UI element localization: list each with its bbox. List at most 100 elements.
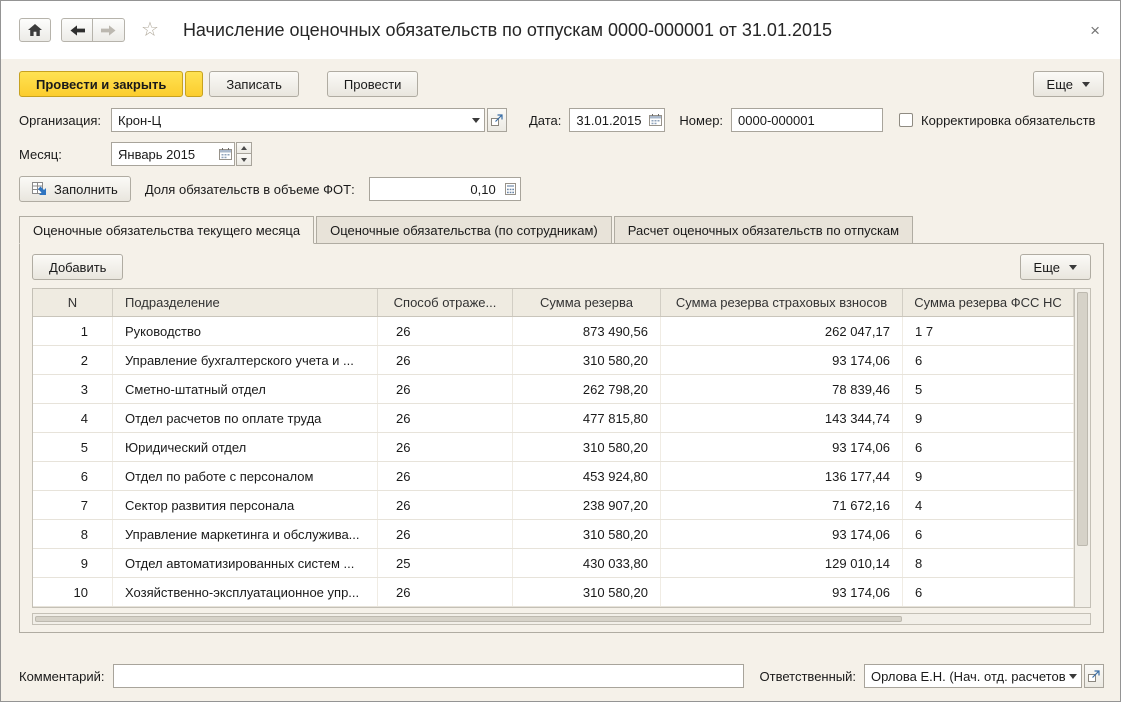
comment-input[interactable] — [112, 664, 744, 688]
table-cell: Управление бухгалтерского учета и ... — [113, 346, 378, 374]
table-cell: Отдел по работе с персоналом — [113, 462, 378, 490]
table-row[interactable]: 1 Руководство 26 873 490,56 262 047,17 1 7 — [33, 317, 1074, 346]
organization-label: Организация: — [19, 112, 102, 128]
vertical-scrollbar[interactable] — [1075, 288, 1091, 608]
table-row[interactable]: 10 Хозяйственно-эксплуатационное упр... 26… — [33, 578, 1074, 607]
table-cell: 873 490,56 — [513, 317, 661, 345]
table-cell: 6 — [33, 462, 113, 490]
more-button[interactable]: Еще — [1032, 71, 1104, 97]
date-field[interactable]: 31.01.2015 — [569, 108, 666, 132]
post-and-close-split-button[interactable] — [185, 71, 204, 97]
organization-open-button[interactable] — [487, 108, 507, 132]
share-label: Доля обязательств в объеме ФОТ: — [144, 181, 355, 197]
table-cell: 262 798,20 — [513, 375, 661, 403]
organization-combo[interactable]: Крон-Ц — [111, 108, 485, 132]
column-header-reserve-sum[interactable]: Сумма резерва — [513, 289, 661, 316]
table-cell: 6 — [903, 520, 1074, 548]
column-header-fss-reserve-sum[interactable]: Сумма резерва ФСС НС — [903, 289, 1074, 316]
table-cell: 129 010,14 — [661, 549, 903, 577]
vertical-scrollbar-thumb[interactable] — [1077, 292, 1088, 547]
table-cell: 7 — [33, 491, 113, 519]
correction-checkbox[interactable] — [899, 113, 914, 127]
table-cell: 8 — [903, 549, 1074, 577]
table-cell: 93 174,06 — [661, 433, 903, 461]
table-cell: 310 580,20 — [513, 520, 661, 548]
column-header-reflection-method[interactable]: Способ отраже... — [378, 289, 513, 316]
home-button[interactable] — [19, 18, 51, 42]
table-cell: 9 — [903, 462, 1074, 490]
month-field[interactable]: Январь 2015 — [111, 142, 235, 166]
close-icon[interactable]: × — [1086, 20, 1104, 41]
stepper-down-button[interactable] — [236, 154, 252, 166]
table-row[interactable]: 2 Управление бухгалтерского учета и ... 26… — [33, 346, 1074, 375]
command-bar: Провести и закрыть Записать Провести Еще — [1, 59, 1120, 103]
table-row[interactable]: 6 Отдел по работе с персоналом 26 453 924,8… — [33, 462, 1074, 491]
table-row[interactable]: 3 Сметно-штатный отдел 26 262 798,20 78 839,… — [33, 375, 1074, 404]
chevron-down-icon — [1082, 81, 1090, 87]
table-cell: 26 — [378, 317, 513, 345]
number-label: Номер: — [679, 112, 724, 128]
calculator-icon[interactable] — [502, 178, 520, 200]
document-window: ☆ Начисление оценочных обязательств по о… — [0, 0, 1121, 702]
add-row-button[interactable]: Добавить — [32, 254, 124, 280]
table-more-button[interactable]: Еще — [1019, 254, 1091, 280]
table-row[interactable]: 8 Управление маркетинга и обслужива... 26 3… — [33, 520, 1074, 549]
open-icon — [491, 114, 503, 126]
favorite-star-icon[interactable]: ☆ — [141, 20, 159, 40]
responsible-combo[interactable]: Орлова Е.Н. (Нач. отд. расчетов — [864, 664, 1082, 688]
table-cell: Хозяйственно-эксплуатационное упр... — [113, 578, 378, 606]
number-field[interactable]: 0000-000001 — [731, 108, 884, 132]
horizontal-scrollbar[interactable] — [32, 613, 1091, 625]
forward-button[interactable] — [93, 18, 125, 42]
table-cell: Сектор развития персонала — [113, 491, 378, 519]
table-toolbar: Добавить Еще — [20, 244, 1103, 288]
share-field[interactable]: 0,10 — [368, 177, 521, 201]
table-cell: 26 — [378, 491, 513, 519]
tab-vacation-liabilities-calculation[interactable]: Расчет оценочных обязательств по отпуска… — [613, 216, 914, 244]
chevron-down-icon — [241, 157, 247, 162]
table-row[interactable]: 7 Сектор развития персонала 26 238 907,20 71… — [33, 491, 1074, 520]
stepper-up-button[interactable] — [236, 142, 252, 154]
history-nav — [61, 18, 125, 42]
chevron-down-icon — [1069, 264, 1077, 270]
column-header-department[interactable]: Подразделение — [113, 289, 378, 316]
table-cell: 93 174,06 — [661, 578, 903, 606]
table-body: 1 Руководство 26 873 490,56 262 047,17 1 7 2 Уп… — [33, 317, 1074, 607]
responsible-open-button[interactable] — [1084, 664, 1104, 688]
home-icon — [28, 24, 42, 36]
tab-bar: Оценочные обязательства текущего месяца … — [1, 207, 1120, 244]
write-button[interactable]: Записать — [209, 71, 299, 97]
table-cell: 9 — [903, 404, 1074, 432]
table-cell: 2 — [33, 346, 113, 374]
fill-button[interactable]: Заполнить — [19, 176, 131, 202]
table-cell: 136 177,44 — [661, 462, 903, 490]
horizontal-scrollbar-thumb[interactable] — [35, 616, 902, 622]
share-value: 0,10 — [470, 181, 496, 197]
tab-current-month-liabilities[interactable]: Оценочные обязательства текущего месяца — [19, 216, 315, 244]
table-cell: 6 — [903, 578, 1074, 606]
liabilities-table: N Подразделение Способ отраже... Сумма р… — [32, 288, 1075, 608]
calendar-icon[interactable] — [216, 143, 234, 165]
table-cell: 26 — [378, 404, 513, 432]
table-row[interactable]: 9 Отдел автоматизированных систем ... 25 43… — [33, 549, 1074, 578]
chevron-down-icon[interactable] — [1065, 673, 1081, 679]
chevron-up-icon — [241, 146, 247, 150]
table-row[interactable]: 5 Юридический отдел 26 310 580,20 93 174,06 6 — [33, 433, 1074, 462]
table-row[interactable]: 4 Отдел расчетов по оплате труда 26 477 815… — [33, 404, 1074, 433]
tab-liabilities-by-employees[interactable]: Оценочные обязательства (по сотрудникам) — [316, 216, 612, 244]
field-row-month: Месяц: Январь 2015 — [1, 137, 1120, 171]
table-cell: 93 174,06 — [661, 520, 903, 548]
fill-table-icon — [32, 182, 47, 196]
post-and-close-button[interactable]: Провести и закрыть — [19, 71, 184, 97]
correction-label: Корректировка обязательств — [921, 112, 1096, 128]
table-cell: 26 — [378, 433, 513, 461]
column-header-n[interactable]: N — [33, 289, 113, 316]
calendar-icon[interactable] — [646, 109, 664, 131]
back-button[interactable] — [61, 18, 93, 42]
table-cell: 25 — [378, 549, 513, 577]
table-cell: 4 — [903, 491, 1074, 519]
column-header-insurance-reserve-sum[interactable]: Сумма резерва страховых взносов — [661, 289, 903, 316]
table-cell: 5 — [33, 433, 113, 461]
post-button[interactable]: Провести — [326, 71, 419, 97]
chevron-down-icon[interactable] — [468, 117, 484, 123]
